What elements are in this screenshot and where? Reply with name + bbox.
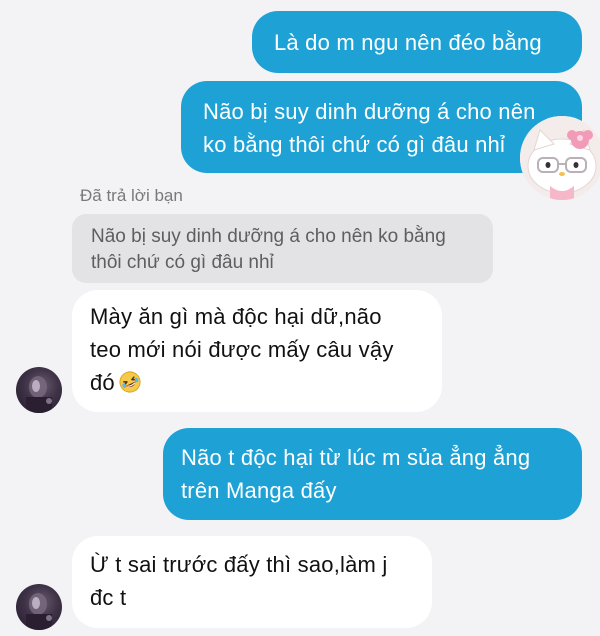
avatar-icon	[26, 593, 52, 630]
message-text-line: trên Manga đấy	[181, 478, 337, 503]
message-text-line: Não bị suy dinh dưỡng á cho nên	[203, 99, 536, 124]
avatar-icon	[26, 376, 52, 413]
chat-thread: Là do m ngu nên đéo bằng Não bị suy dinh…	[0, 0, 600, 636]
quoted-reply[interactable]: Não bị suy dinh dưỡng á cho nên ko bằng …	[72, 214, 493, 283]
message-text: đó	[90, 370, 115, 395]
message-text-line: Ừ t sai trước đấy thì sao,làm j	[90, 552, 388, 577]
message-text: Là do m ngu nên đéo bằng	[274, 30, 542, 55]
message-text-line: Não t độc hại từ lúc m sủa ẳng ẳng	[181, 445, 531, 470]
sticker-reaction[interactable]	[520, 116, 600, 200]
sent-message[interactable]: Não t độc hại từ lúc m sủa ẳng ẳng trên …	[163, 428, 582, 520]
sent-message[interactable]: Là do m ngu nên đéo bằng	[252, 11, 582, 73]
received-message[interactable]: Mày ăn gì mà độc hại dữ,não teo mới nói …	[72, 290, 442, 412]
contact-avatar[interactable]	[16, 584, 62, 630]
received-message[interactable]: Ừ t sai trước đấy thì sao,làm j đc t	[72, 536, 432, 628]
quote-text-line: thôi chứ có gì đâu nhỉ	[91, 252, 274, 273]
message-text-line: đc t	[90, 585, 127, 610]
hello-kitty-sticker-icon	[520, 116, 600, 200]
quote-text-line: Não bị suy dinh dưỡng á cho nên ko bằng	[91, 226, 446, 247]
message-text-line: Mày ăn gì mà độc hại dữ,não	[90, 304, 382, 329]
reply-label: Đã trả lời bạn	[80, 186, 183, 205]
contact-avatar[interactable]	[16, 367, 62, 413]
message-text-line: đó	[90, 366, 442, 399]
rolling-laughing-emoji-icon	[119, 371, 141, 393]
message-text-line: teo mới nói được mấy câu vậy	[90, 337, 394, 362]
